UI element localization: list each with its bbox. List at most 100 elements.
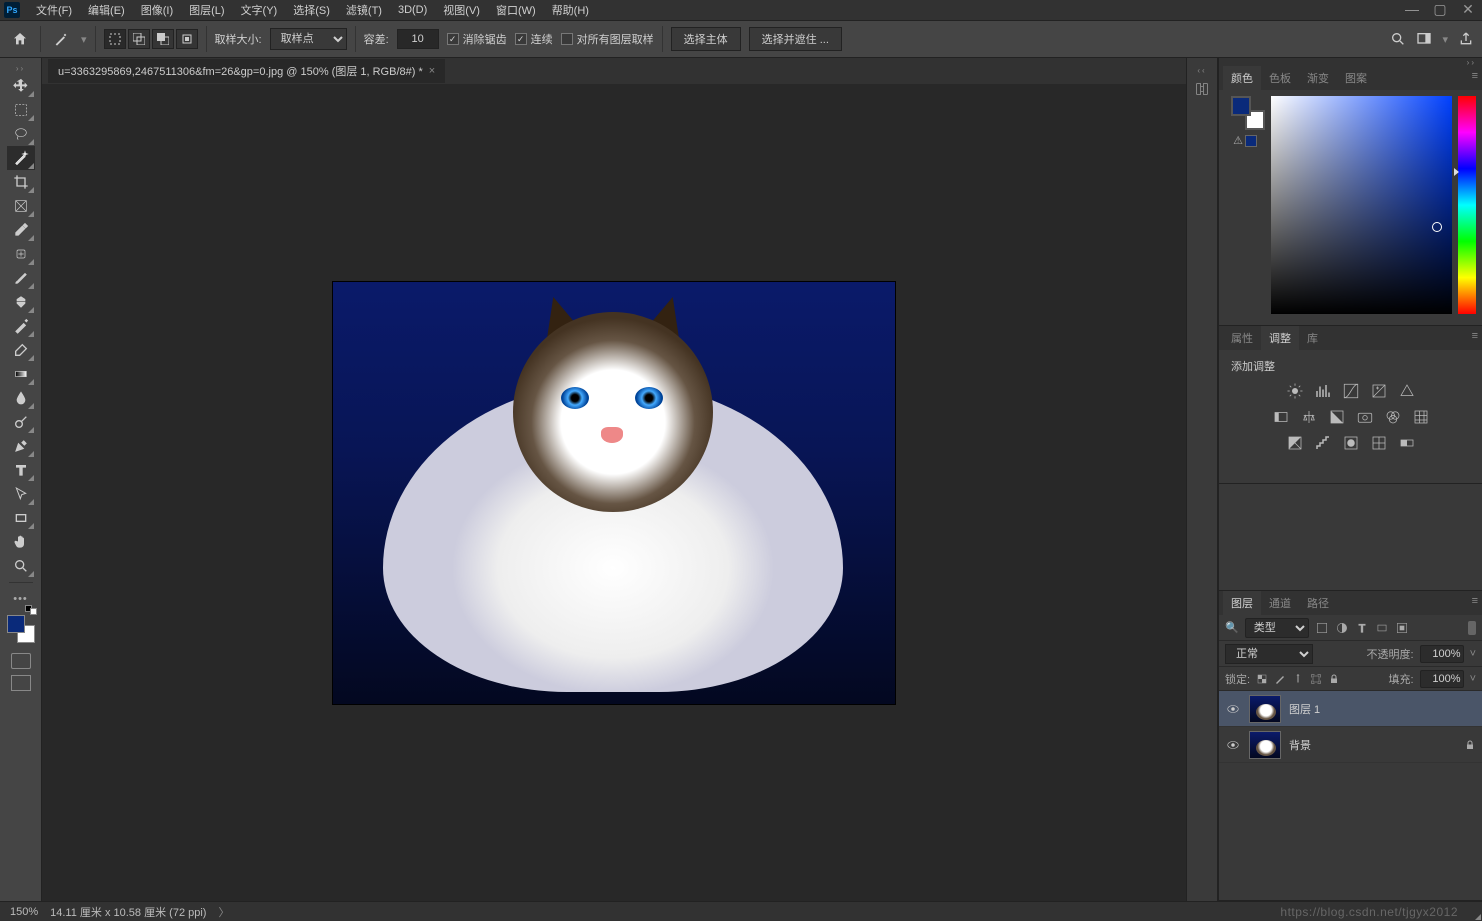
menu-filter[interactable]: 滤镜(T) — [338, 0, 390, 20]
workspace-icon[interactable] — [1416, 31, 1432, 47]
filter-shape-icon[interactable] — [1375, 621, 1389, 635]
layer-thumbnail[interactable] — [1249, 731, 1281, 759]
collapse-handle-icon[interactable]: ›› — [1219, 58, 1482, 66]
channel-mixer-icon[interactable] — [1384, 408, 1402, 426]
brightness-icon[interactable] — [1286, 382, 1304, 400]
screen-mode-button[interactable] — [11, 675, 31, 691]
marquee-tool[interactable] — [7, 98, 35, 122]
color-field[interactable] — [1271, 96, 1452, 314]
menu-layer[interactable]: 图层(L) — [181, 0, 232, 20]
canvas[interactable] — [42, 84, 1186, 901]
eyedropper-tool[interactable] — [7, 218, 35, 242]
healing-brush-tool[interactable] — [7, 242, 35, 266]
layer-name[interactable]: 图层 1 — [1289, 701, 1320, 717]
layer-filter-select[interactable]: 类型 — [1245, 618, 1309, 638]
tab-swatches[interactable]: 色板 — [1261, 66, 1299, 90]
brush-tool[interactable] — [7, 266, 35, 290]
filter-pixel-icon[interactable] — [1315, 621, 1329, 635]
maximize-button[interactable]: ▢ — [1426, 0, 1454, 18]
selection-new-button[interactable] — [104, 29, 126, 49]
tab-layers[interactable]: 图层 — [1223, 591, 1261, 615]
panel-menu-icon[interactable]: ≡ — [1472, 70, 1478, 82]
tab-adjustments[interactable]: 调整 — [1261, 326, 1299, 350]
selection-intersect-button[interactable] — [176, 29, 198, 49]
close-button[interactable]: ✕ — [1454, 0, 1482, 18]
menu-image[interactable]: 图像(I) — [133, 0, 181, 20]
color-lookup-icon[interactable] — [1412, 408, 1430, 426]
collapse-handle-icon[interactable]: ‹‹ — [1187, 66, 1217, 74]
eraser-tool[interactable] — [7, 338, 35, 362]
invert-icon[interactable] — [1286, 434, 1304, 452]
exposure-icon[interactable] — [1370, 382, 1388, 400]
chevron-right-icon[interactable]: 〉 — [218, 904, 229, 920]
sample-all-layers-checkbox[interactable]: 对所有图层取样 — [561, 31, 654, 47]
tolerance-input[interactable] — [397, 29, 439, 49]
filter-type-icon[interactable] — [1355, 621, 1369, 635]
menu-view[interactable]: 视图(V) — [435, 0, 488, 20]
filter-adjust-icon[interactable] — [1335, 621, 1349, 635]
minimize-button[interactable]: — — [1398, 0, 1426, 18]
rectangle-tool[interactable] — [7, 506, 35, 530]
layer-name[interactable]: 背景 — [1289, 737, 1311, 753]
posterize-icon[interactable] — [1314, 434, 1332, 452]
menu-3d[interactable]: 3D(D) — [390, 2, 435, 18]
menu-file[interactable]: 文件(F) — [28, 0, 80, 20]
close-icon[interactable]: × — [429, 65, 435, 77]
contiguous-checkbox[interactable]: 连续 — [515, 31, 553, 47]
gradient-tool[interactable] — [7, 362, 35, 386]
tab-channels[interactable]: 通道 — [1261, 591, 1299, 615]
select-subject-button[interactable]: 选择主体 — [671, 27, 741, 51]
layer-thumbnail[interactable] — [1249, 695, 1281, 723]
layer-row[interactable]: 图层 1 — [1219, 691, 1482, 727]
quick-mask-button[interactable] — [11, 653, 31, 669]
tab-paths[interactable]: 路径 — [1299, 591, 1337, 615]
lock-all-icon[interactable] — [1328, 673, 1340, 685]
zoom-tool[interactable] — [7, 554, 35, 578]
hue-slider[interactable] — [1458, 96, 1476, 314]
move-tool[interactable] — [7, 74, 35, 98]
home-button[interactable] — [8, 27, 32, 51]
tool-preset-icon[interactable] — [49, 27, 73, 51]
selective-color-icon[interactable] — [1370, 434, 1388, 452]
selection-subtract-button[interactable] — [152, 29, 174, 49]
hue-handle-icon[interactable] — [1454, 168, 1459, 176]
blend-mode-select[interactable]: 正常 — [1225, 644, 1313, 664]
levels-icon[interactable] — [1314, 382, 1332, 400]
hue-saturation-icon[interactable] — [1272, 408, 1290, 426]
filter-smart-icon[interactable] — [1395, 621, 1409, 635]
frame-tool[interactable] — [7, 194, 35, 218]
menu-edit[interactable]: 编辑(E) — [80, 0, 133, 20]
share-icon[interactable] — [1458, 31, 1474, 47]
menu-help[interactable]: 帮助(H) — [544, 0, 597, 20]
history-brush-tool[interactable] — [7, 314, 35, 338]
color-picker-handle[interactable] — [1432, 222, 1442, 232]
lasso-tool[interactable] — [7, 122, 35, 146]
type-tool[interactable] — [7, 458, 35, 482]
fill-input[interactable] — [1420, 670, 1464, 688]
antialias-checkbox[interactable]: 消除锯齿 — [447, 31, 507, 47]
color-fgbg-swatch[interactable] — [1231, 96, 1259, 124]
color-balance-icon[interactable] — [1300, 408, 1318, 426]
sample-size-select[interactable]: 取样点 — [270, 28, 347, 50]
vibrance-icon[interactable] — [1398, 382, 1416, 400]
opacity-input[interactable] — [1420, 645, 1464, 663]
black-white-icon[interactable] — [1328, 408, 1346, 426]
foreground-color-swatch[interactable] — [7, 615, 25, 633]
search-icon[interactable] — [1390, 31, 1406, 47]
menu-window[interactable]: 窗口(W) — [488, 0, 544, 20]
select-and-mask-button[interactable]: 选择并遮住 ... — [749, 27, 842, 51]
gamut-warning[interactable]: ⚠ — [1233, 134, 1257, 147]
hand-tool[interactable] — [7, 530, 35, 554]
dodge-tool[interactable] — [7, 410, 35, 434]
document-tab[interactable]: u=3363295869,2467511306&fm=26&gp=0.jpg @… — [48, 59, 445, 83]
document-info[interactable]: 14.11 厘米 x 10.58 厘米 (72 ppi) — [50, 904, 206, 920]
tab-properties[interactable]: 属性 — [1223, 326, 1261, 350]
panel-menu-icon[interactable]: ≡ — [1472, 330, 1478, 342]
tab-gradient[interactable]: 渐变 — [1299, 66, 1337, 90]
lock-position-icon[interactable] — [1292, 673, 1304, 685]
menu-select[interactable]: 选择(S) — [285, 0, 338, 20]
history-panel-icon[interactable] — [1191, 78, 1213, 100]
foreground-background-swatch[interactable] — [7, 615, 35, 643]
lock-transparency-icon[interactable] — [1256, 673, 1268, 685]
layer-row[interactable]: 背景 — [1219, 727, 1482, 763]
